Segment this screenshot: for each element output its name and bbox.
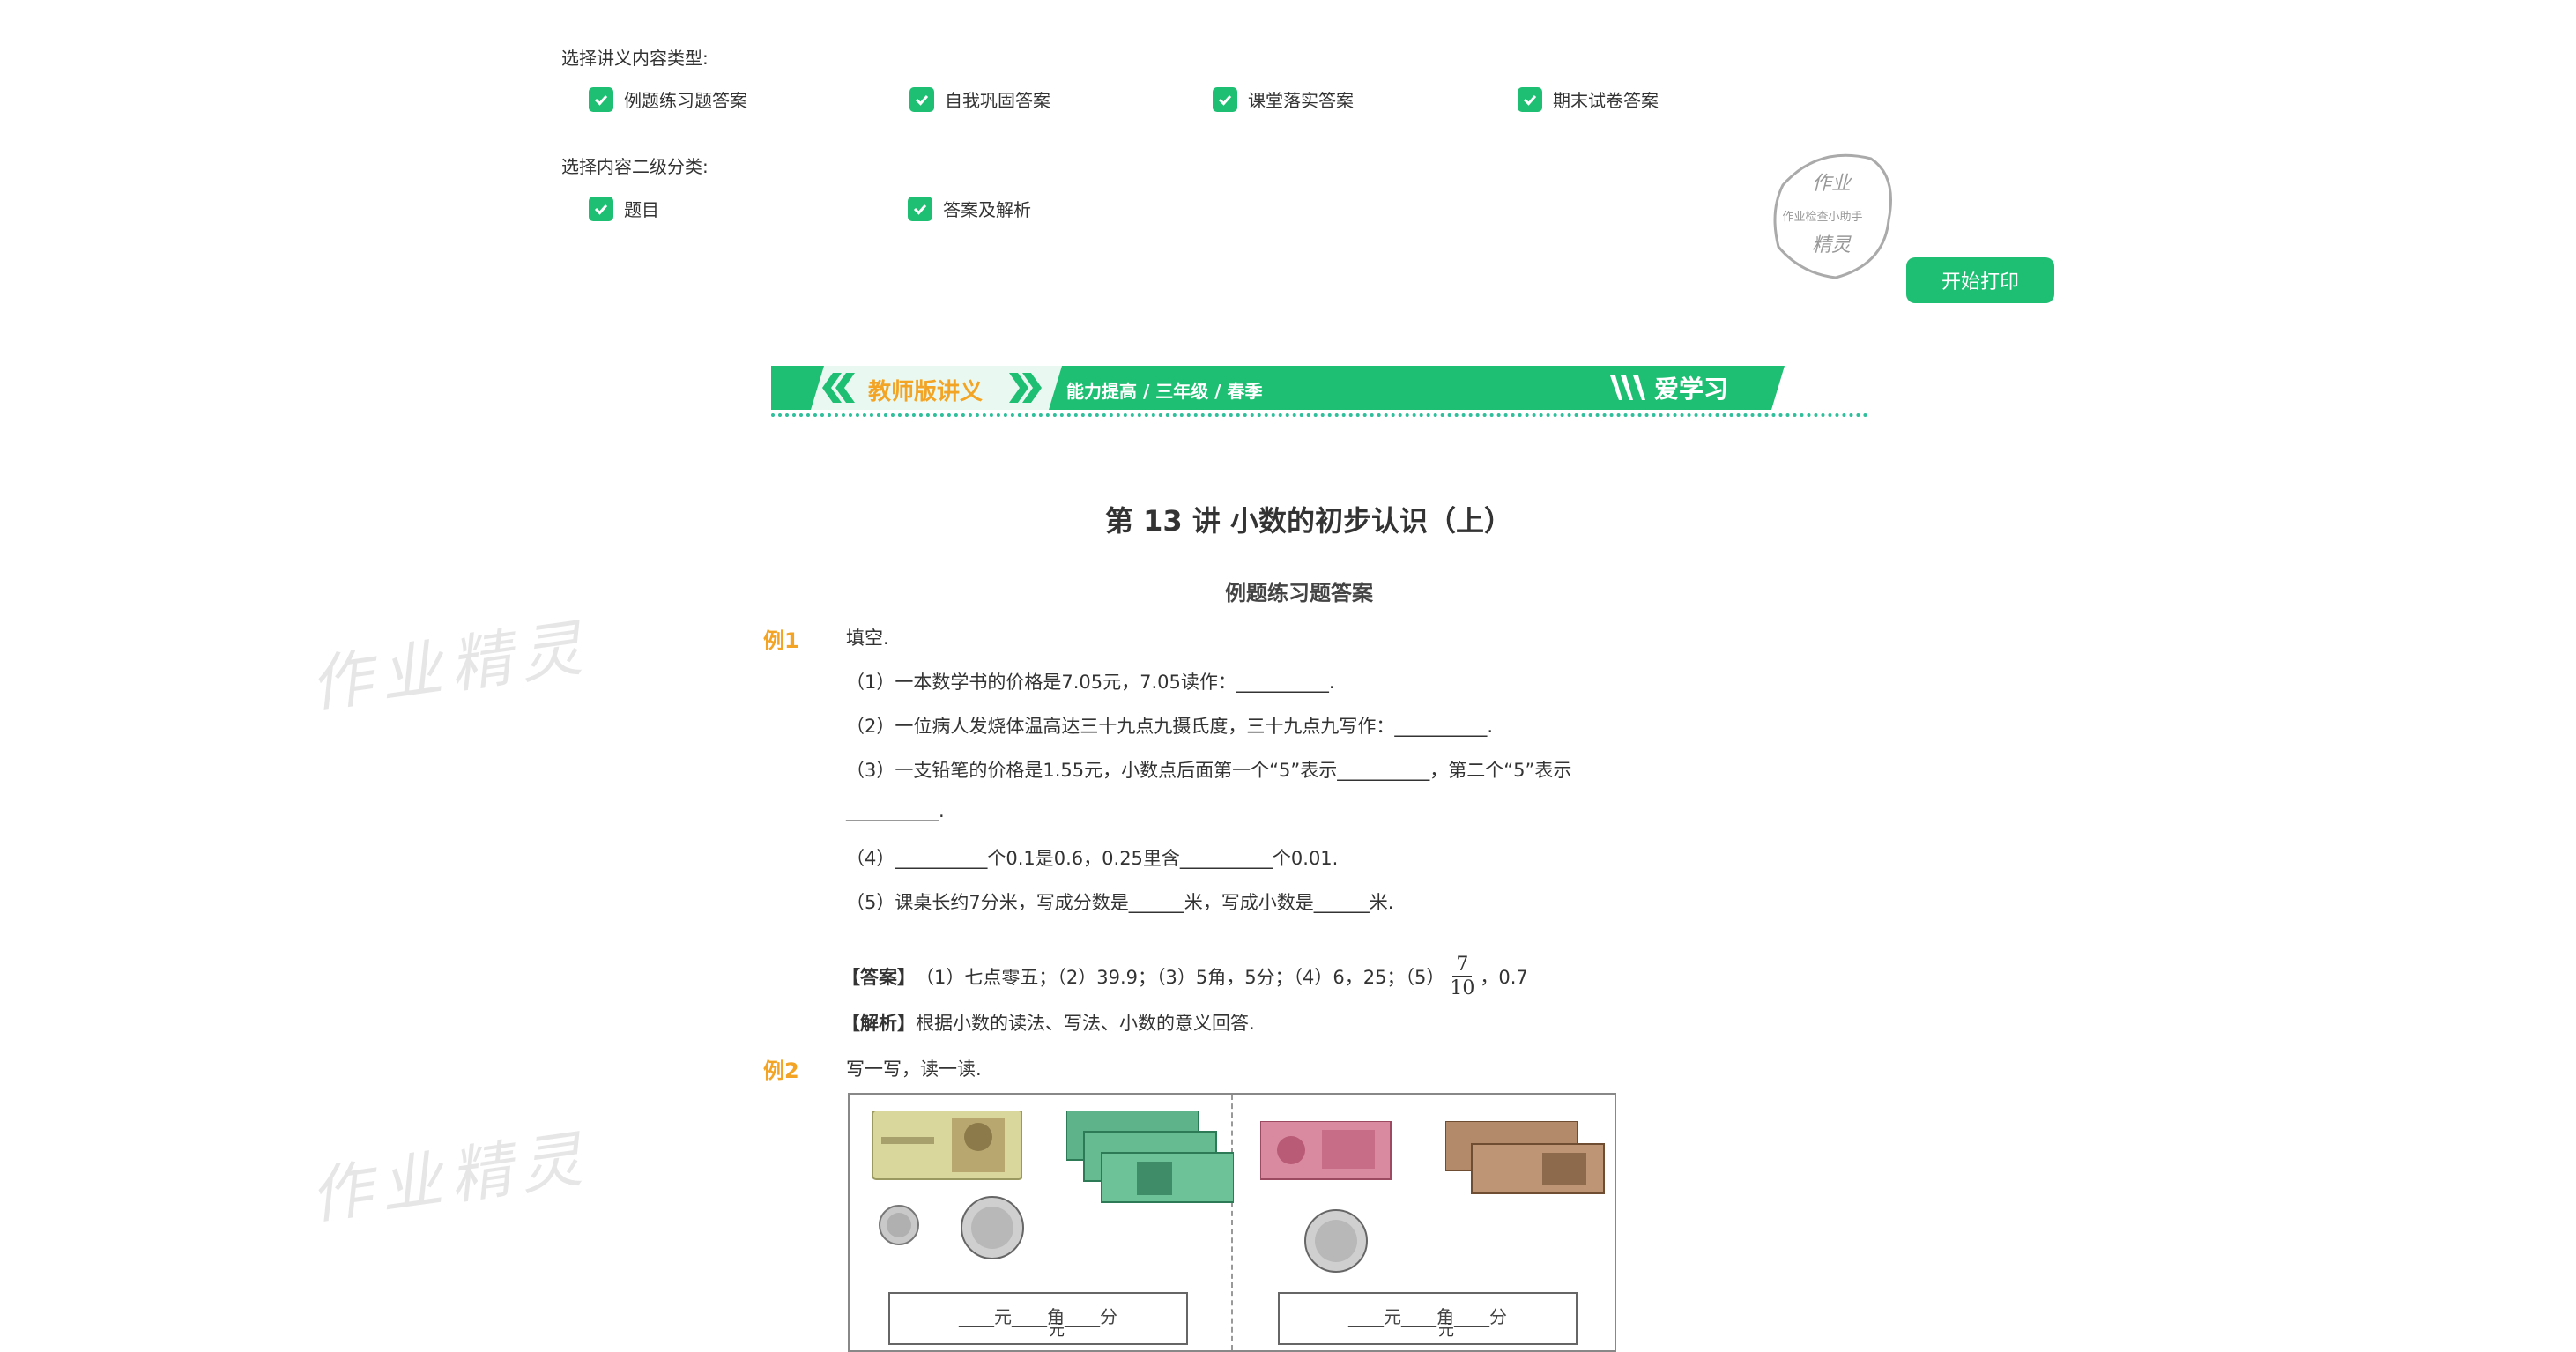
analysis-label: 【解析】 bbox=[842, 1013, 916, 1034]
banknote-1-yuan-image bbox=[872, 1110, 1023, 1185]
checkbox-final-exam-answers[interactable]: 期末试卷答案 bbox=[1518, 86, 1659, 112]
checkmark-icon bbox=[908, 196, 932, 221]
question-3b: __________. bbox=[846, 800, 945, 821]
checkbox-label: 课堂落实答案 bbox=[1248, 90, 1354, 111]
answer-box-left-tail: 元 bbox=[1049, 1321, 1065, 1340]
answer-box-left: ____元____角____分 bbox=[888, 1292, 1188, 1345]
analysis-line: 【解析】根据小数的读法、写法、小数的意义回答. bbox=[842, 1009, 1255, 1036]
checkmark-icon bbox=[1518, 86, 1542, 112]
banknote-red-jiao-image bbox=[1259, 1120, 1392, 1186]
coin-large-image bbox=[959, 1194, 1026, 1265]
example-2-intro: 写一写，读一读. bbox=[846, 1059, 982, 1080]
stamp-middle-text: 作业检查小助手 bbox=[1782, 211, 1862, 224]
example-2-label: 例2 bbox=[763, 1059, 799, 1083]
checkmark-icon bbox=[909, 86, 934, 112]
checkbox-self-consolidation[interactable]: 自我巩固答案 bbox=[909, 86, 1050, 112]
question-2: （2）一位病人发烧体温高达三十九点九摄氏度，三十九点九写作：__________… bbox=[846, 716, 1494, 737]
example-1-intro: 填空. bbox=[846, 628, 889, 649]
banner-divider bbox=[771, 413, 1868, 417]
answer-box-right: ____元____角____分 bbox=[1278, 1292, 1578, 1345]
example-1-label: 例1 bbox=[763, 628, 799, 653]
banknote-brown-jiao-stack-image bbox=[1444, 1120, 1613, 1213]
brand-name: 爱学习 bbox=[1654, 375, 1729, 404]
question-1: （1）一本数学书的价格是7.05元，7.05读作：__________. bbox=[846, 672, 1335, 693]
brand-mark-icon bbox=[1610, 375, 1645, 400]
checkmark-icon bbox=[1213, 86, 1237, 112]
answer-box-right-tail: 元 bbox=[1438, 1321, 1454, 1340]
stamp-bottom-text: 精灵 bbox=[1812, 234, 1852, 256]
answer-label: 【答案】 bbox=[842, 967, 916, 988]
checkmark-icon bbox=[589, 196, 613, 221]
coin-small-image bbox=[877, 1203, 921, 1251]
checkbox-answers-analysis[interactable]: 答案及解析 bbox=[908, 196, 1031, 221]
checkbox-questions[interactable]: 题目 bbox=[589, 196, 659, 221]
answer-box-left-text: ____元____角____分 bbox=[959, 1306, 1117, 1327]
coin-fen-image bbox=[1303, 1207, 1370, 1278]
checkbox-label: 期末试卷答案 bbox=[1553, 90, 1659, 111]
answer-fraction: 7 10 bbox=[1450, 954, 1474, 999]
banknote-1-jiao-stack-image bbox=[1065, 1110, 1235, 1229]
checkbox-label: 题目 bbox=[624, 199, 659, 220]
doc-subtitle: 例题练习题答案 bbox=[1225, 581, 1373, 605]
stamp-top-text: 作业 bbox=[1812, 173, 1852, 195]
analysis-text: 根据小数的读法、写法、小数的意义回答. bbox=[916, 1013, 1255, 1034]
watermark: 作业精灵 bbox=[305, 611, 595, 722]
checkbox-example-answers[interactable]: 例题练习题答案 bbox=[589, 86, 747, 112]
checkbox-label: 答案及解析 bbox=[943, 199, 1031, 220]
fraction-numerator: 7 bbox=[1452, 954, 1473, 977]
brand-logo: 爱学习 bbox=[1608, 370, 1728, 405]
checkbox-label: 例题练习题答案 bbox=[624, 90, 747, 111]
subcategory-label: 选择内容二级分类: bbox=[561, 156, 709, 177]
question-3a: （3）一支铅笔的价格是1.55元，小数点后面第一个“5”表示__________… bbox=[846, 760, 1572, 781]
banner-left-text: 教师版讲义 bbox=[868, 379, 984, 405]
checkbox-label: 自我巩固答案 bbox=[945, 90, 1050, 111]
content-type-label: 选择讲义内容类型: bbox=[561, 48, 709, 69]
fraction-denominator: 10 bbox=[1450, 977, 1475, 999]
checkmark-icon bbox=[589, 86, 613, 112]
answer-line: 【答案】 （1）七点零五；（2）39.9；（3）5角，5分；（4）6，25；（5… bbox=[842, 954, 1528, 999]
answer-box-right-text: ____元____角____分 bbox=[1348, 1306, 1507, 1327]
checkbox-classroom-answers[interactable]: 课堂落实答案 bbox=[1213, 86, 1354, 112]
stamp-logo: 作业 作业检查小助手 精灵 bbox=[1765, 150, 1897, 282]
start-print-button[interactable]: 开始打印 bbox=[1906, 257, 2054, 303]
answer-text: （1）七点零五；（2）39.9；（3）5角，5分；（4）6，25；（5） bbox=[916, 967, 1445, 988]
watermark: 作业精灵 bbox=[305, 1122, 595, 1233]
question-5: （5）课桌长约7分米，写成分数是______米，写成小数是______米. bbox=[846, 892, 1394, 913]
doc-title: 第 13 讲 小数的初步认识（上） bbox=[1105, 504, 1512, 538]
question-4: （4）__________个0.1是0.6，0.25里含__________个0… bbox=[846, 848, 1339, 869]
answer-tail: ，0.7 bbox=[1480, 967, 1528, 988]
banner-path: 能力提高 / 三年级 / 春季 bbox=[1066, 381, 1263, 402]
